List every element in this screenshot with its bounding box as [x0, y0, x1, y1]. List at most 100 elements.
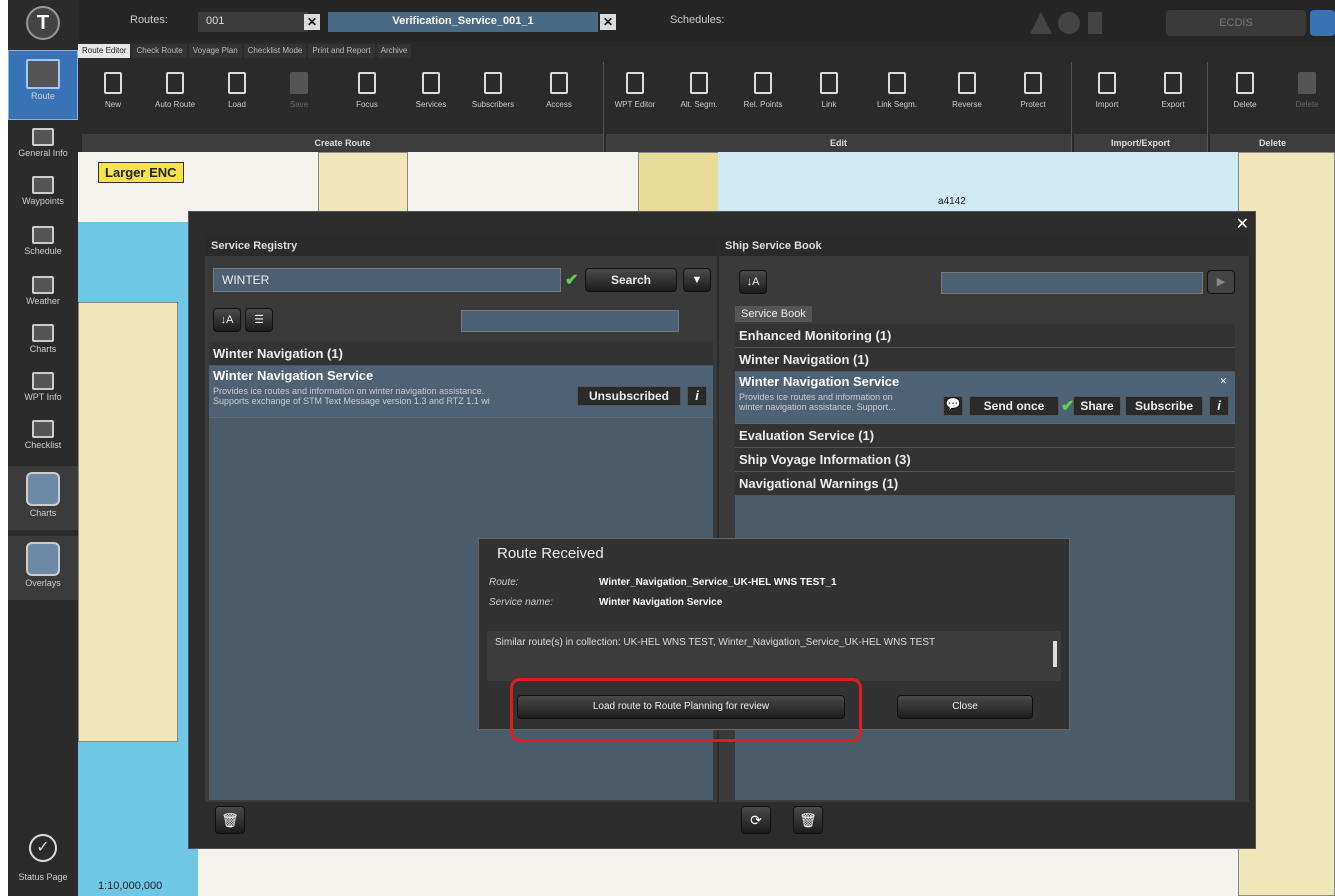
service-book-filter-input[interactable] [941, 272, 1203, 294]
ship-service-book-title: Ship Service Book [719, 236, 1249, 256]
wpt-editor-label: WPT Editor [614, 100, 656, 109]
ecdis-button[interactable]: ECDIS [1166, 10, 1306, 36]
nav-weather[interactable]: Weather [8, 276, 78, 306]
filter-input[interactable] [461, 310, 679, 332]
delete-all-button[interactable]: Delete [1280, 72, 1334, 109]
link-button[interactable]: Link [802, 72, 856, 109]
nav-overlays[interactable]: Overlays [8, 536, 78, 600]
new-label: New [104, 100, 121, 109]
reverse-button[interactable]: Reverse [940, 72, 994, 109]
dialog-close-icon[interactable]: ✕ [1236, 214, 1249, 234]
route-number-field[interactable]: 001 [198, 12, 308, 32]
info-icon[interactable]: i [687, 386, 707, 406]
trash-icon[interactable]: 🗑 [793, 806, 823, 834]
service-title: Winter Navigation Service [739, 374, 900, 389]
tab-voyage-plan[interactable]: Voyage Plan [188, 44, 242, 58]
group-navigational-warnings[interactable]: Navigational Warnings (1) [735, 472, 1235, 496]
bar-icon[interactable] [1088, 12, 1102, 34]
tab-archive[interactable]: Archive [376, 44, 412, 58]
nav-checklist-label: Checklist [24, 440, 62, 450]
nav-schedule[interactable]: Schedule [8, 226, 78, 256]
play-icon[interactable]: ▶ [1207, 270, 1235, 294]
nav-general-info[interactable]: General Info [8, 128, 78, 158]
unsubscribed-button[interactable]: Unsubscribed [577, 386, 681, 406]
tab-print-report[interactable]: Print and Report [308, 44, 375, 58]
list-icon[interactable]: ☰ [245, 308, 273, 332]
reverse-icon [958, 72, 976, 94]
delete-button[interactable]: Delete [1218, 72, 1272, 109]
item-close-icon[interactable]: ✕ [1219, 376, 1227, 387]
save-label: Save [289, 100, 309, 109]
tab-route-editor[interactable]: Route Editor [78, 44, 131, 58]
tab-check-route[interactable]: Check Route [132, 44, 187, 58]
registry-service-item[interactable]: Winter Navigation Service Provides ice r… [209, 366, 713, 418]
larger-enc-badge[interactable]: Larger ENC [98, 162, 184, 183]
highlight-annotation [510, 678, 862, 742]
focus-button[interactable]: Focus [340, 72, 394, 109]
trash-icon[interactable]: 🗑 [215, 806, 245, 834]
routes-label: Routes: [130, 14, 168, 26]
nav-route[interactable]: Route [8, 50, 78, 120]
group-ship-voyage-information[interactable]: Ship Voyage Information (3) [735, 448, 1235, 472]
document-icon [32, 128, 54, 146]
filter-icon[interactable]: ▼ [683, 268, 711, 292]
route-number-close-icon[interactable]: ✕ [304, 14, 320, 30]
share-button[interactable]: Share [1073, 396, 1121, 416]
rel-points-button[interactable]: Rel. Points [736, 72, 790, 109]
sort-icon[interactable]: ↓A [213, 308, 241, 332]
auto-route-button[interactable]: Auto Route [148, 72, 202, 109]
create-route-group: New Auto Route Load Save Focus Services … [82, 62, 604, 152]
refresh-icon[interactable]: ⟳ [741, 806, 771, 834]
services-button[interactable]: Services [404, 72, 458, 109]
wpt-editor-button[interactable]: WPT Editor [608, 72, 662, 109]
search-button[interactable]: Search [585, 268, 677, 292]
app-logo[interactable]: T [26, 6, 60, 40]
group-winter-navigation[interactable]: Winter Navigation (1) [209, 342, 713, 366]
sort-icon[interactable]: ↓A [739, 270, 767, 294]
link-label: Link [821, 100, 837, 109]
nav-waypoints[interactable]: Waypoints [8, 176, 78, 206]
search-input[interactable]: WINTER [213, 268, 561, 292]
import-label: Import [1095, 100, 1119, 109]
service-description-line1: Provides ice routes and information on [739, 392, 893, 402]
scrollbar[interactable] [1053, 641, 1057, 667]
nav-status-page[interactable]: ✓ Status Page [8, 828, 78, 896]
similar-routes-label: Similar route(s) in collection: UK-HEL W… [495, 637, 936, 648]
load-button[interactable]: Load [210, 72, 264, 109]
route-received-title: Route Received [497, 545, 604, 562]
new-button[interactable]: New [86, 72, 140, 109]
protect-button[interactable]: Protect [1006, 72, 1060, 109]
triangle-icon[interactable] [1030, 12, 1052, 34]
close-button[interactable]: Close [897, 695, 1033, 719]
info-icon[interactable]: i [1209, 396, 1229, 416]
service-description-line2: winter navigation assistance. Support... [739, 402, 896, 412]
delete-all-label: Delete [1295, 100, 1319, 109]
export-button[interactable]: Export [1146, 72, 1200, 109]
import-button[interactable]: Import [1080, 72, 1134, 109]
service-book-item[interactable]: Winter Navigation Service Provides ice r… [735, 372, 1235, 424]
circle-icon[interactable] [1058, 12, 1080, 34]
subscribe-button[interactable]: Subscribe [1125, 396, 1203, 416]
route-name-field[interactable]: Verification_Service_001_1 [328, 12, 598, 32]
access-button[interactable]: Access [532, 72, 586, 109]
group-evaluation-service[interactable]: Evaluation Service (1) [735, 424, 1235, 448]
save-button[interactable]: Save [272, 72, 326, 109]
tab-checklist-mode[interactable]: Checklist Mode [243, 44, 307, 58]
nav-charts-small[interactable]: Charts [8, 324, 78, 354]
group-enhanced-monitoring[interactable]: Enhanced Monitoring (1) [735, 324, 1235, 348]
ribbon: Route Editor Check Route Voyage Plan Che… [78, 42, 1335, 152]
alt-segm-button[interactable]: Alt. Segm. [672, 72, 726, 109]
message-icon[interactable]: 💬 [943, 396, 963, 416]
link-segm-button[interactable]: Link Segm. [870, 72, 924, 109]
route-name-close-icon[interactable]: ✕ [600, 14, 616, 30]
subscribers-button[interactable]: Subscribers [466, 72, 520, 109]
send-once-button[interactable]: Send once [969, 396, 1059, 416]
close-icon [1236, 72, 1254, 94]
mode-button[interactable] [1310, 10, 1335, 36]
nav-checklist[interactable]: Checklist [8, 420, 78, 450]
group-winter-navigation[interactable]: Winter Navigation (1) [735, 348, 1235, 372]
nav-charts[interactable]: Charts [8, 466, 78, 530]
nav-wpt-info[interactable]: WPT Info [8, 372, 78, 402]
services-label: Services [415, 100, 447, 109]
tab-service-book[interactable]: Service Book [735, 306, 812, 322]
